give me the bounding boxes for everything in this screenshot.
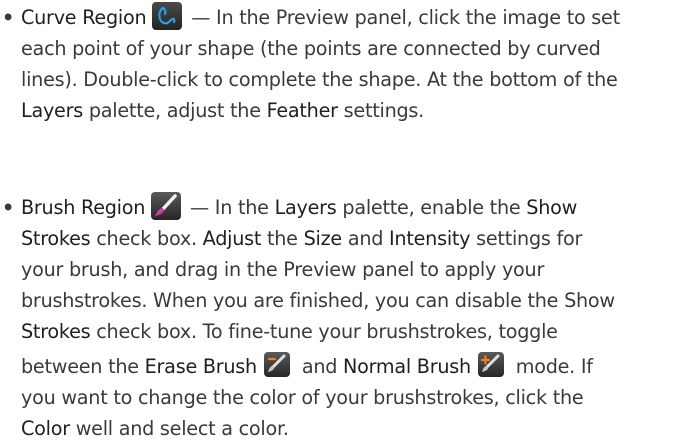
- text-run: each point of your shape (the points are…: [21, 37, 601, 60]
- help-document: • Curve Region — In the Preview panel, c…: [0, 0, 675, 440]
- text-run: check box.: [90, 227, 203, 250]
- term-strokes: Strokes: [21, 227, 91, 250]
- text-run: — In the Preview panel, click the image …: [185, 6, 620, 29]
- text-line: Color well and select a color.: [21, 414, 289, 444]
- text-run: the: [261, 227, 304, 250]
- text-line: Strokes check box. To fine-tune your bru…: [21, 317, 558, 347]
- term-layers: Layers: [274, 196, 337, 219]
- curve-region-icon: [152, 1, 183, 30]
- term-curve-region: Curve Region: [21, 6, 147, 29]
- text-line: your brush, and drag in the Preview pane…: [21, 255, 544, 285]
- term-intensity: Intensity: [389, 227, 471, 250]
- term-size: Size: [303, 227, 343, 250]
- text-run: well and select a color.: [69, 417, 289, 440]
- term-brush-region: Brush Region: [21, 196, 146, 219]
- term-layers: Layers: [21, 99, 83, 122]
- bullet-marker: •: [2, 6, 15, 29]
- term-feather: Feather: [266, 99, 338, 122]
- text-run: settings for: [470, 227, 583, 250]
- text-run: and: [341, 227, 390, 250]
- text-line: lines). Double-click to complete the sha…: [21, 65, 618, 95]
- normal-brush-icon: [477, 352, 504, 377]
- text-run: palette, enable the: [336, 196, 527, 219]
- text-run: mode. If: [509, 355, 593, 378]
- text-run: settings.: [337, 99, 425, 122]
- term-normal-brush: Normal Brush: [343, 355, 471, 378]
- term-adjust: Adjust: [202, 227, 262, 250]
- text-line: Strokes check box. Adjust the Size and I…: [21, 224, 582, 254]
- text-run: palette, adjust the: [83, 99, 267, 122]
- text-run: and: [295, 355, 344, 378]
- term-show: Show: [526, 196, 578, 219]
- term-erase-brush: Erase Brush: [144, 355, 258, 378]
- text-line: brushstrokes. When you are finished, you…: [21, 286, 615, 316]
- text-run: check box. To fine-tune your brushstroke…: [90, 320, 558, 343]
- text-run: between the: [21, 355, 145, 378]
- text-run: lines). Double-click to complete the sha…: [21, 68, 618, 91]
- brush-region-icon: [151, 191, 182, 220]
- text-line: you want to change the color of your bru…: [21, 383, 584, 413]
- term-strokes: Strokes: [21, 320, 91, 343]
- text-run: you want to change the color of your bru…: [21, 386, 584, 409]
- text-line: between the Erase Brush and Normal Brush…: [21, 352, 593, 382]
- term-color: Color: [21, 417, 70, 440]
- bullet-marker: •: [2, 196, 15, 219]
- text-run: brushstrokes. When you are finished, you…: [21, 289, 615, 312]
- text-line: Layers palette, adjust the Feather setti…: [21, 96, 424, 126]
- text-run: — In the: [184, 196, 275, 219]
- text-line: Brush Region — In the Layers palette, en…: [21, 191, 578, 223]
- text-line: Curve Region — In the Preview panel, cli…: [21, 1, 620, 33]
- erase-brush-icon: [263, 352, 290, 377]
- text-line: each point of your shape (the points are…: [21, 34, 601, 64]
- text-run: your brush, and drag in the Preview pane…: [21, 258, 545, 281]
